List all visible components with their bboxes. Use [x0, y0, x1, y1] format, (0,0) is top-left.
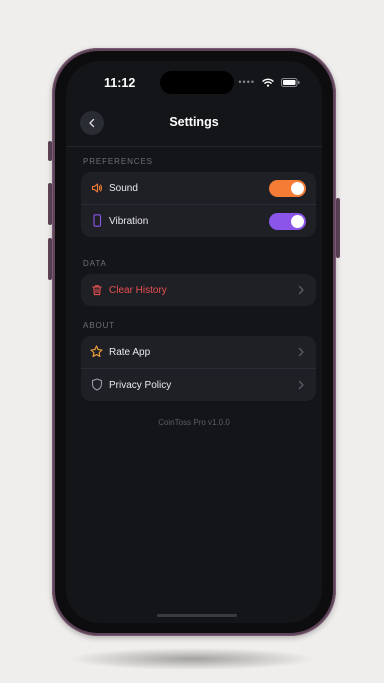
settings-row-clear-history[interactable]: Clear History — [81, 274, 316, 306]
settings-row-rate-app[interactable]: Rate App — [81, 336, 316, 368]
page-title: Settings — [169, 115, 219, 129]
section-label-about: ABOUT — [83, 321, 116, 330]
chevron-right-icon — [298, 285, 304, 295]
wifi-icon — [262, 78, 274, 87]
dynamic-island — [160, 71, 234, 94]
settings-row-sound[interactable]: Sound — [81, 172, 316, 204]
signal-icon: •••• — [238, 77, 255, 87]
home-indicator — [157, 614, 237, 617]
trash-icon — [90, 283, 103, 296]
power-button — [336, 198, 340, 258]
vibration-label: Vibration — [109, 215, 149, 227]
rate-app-label: Rate App — [109, 346, 151, 358]
section-label-data: DATA — [83, 259, 107, 268]
section-label-preferences: PREFERENCES — [83, 157, 153, 166]
phone-frame: 11:12 •••• Settings PREFERENCES Sound Vi… — [52, 48, 336, 636]
about-group: Rate App Privacy Policy — [81, 336, 316, 401]
preferences-group: Sound Vibration — [81, 172, 316, 237]
sound-toggle-knob — [291, 182, 304, 195]
sound-label: Sound — [109, 182, 138, 194]
settings-screen: 11:12 •••• Settings PREFERENCES Sound Vi… — [66, 61, 322, 623]
phone-bezel: 11:12 •••• Settings PREFERENCES Sound Vi… — [55, 51, 333, 633]
clear-history-label: Clear History — [109, 284, 167, 296]
battery-icon — [281, 77, 300, 87]
privacy-policy-label: Privacy Policy — [109, 379, 172, 391]
chevron-right-icon — [298, 347, 304, 357]
nav-bar: Settings — [66, 108, 322, 147]
phone-floor-shadow — [70, 648, 314, 670]
status-icons: •••• — [238, 77, 300, 87]
status-bar: 11:12 •••• — [66, 61, 322, 105]
vibration-toggle[interactable] — [269, 213, 306, 230]
data-group: Clear History — [81, 274, 316, 306]
star-icon — [90, 345, 103, 358]
sound-toggle[interactable] — [269, 180, 306, 197]
status-time: 11:12 — [104, 76, 136, 90]
settings-row-vibration[interactable]: Vibration — [81, 204, 316, 237]
shield-icon — [90, 378, 103, 391]
chevron-right-icon — [298, 380, 304, 390]
vibration-toggle-knob — [291, 215, 304, 228]
speaker-icon — [90, 181, 103, 194]
phone-icon — [90, 214, 103, 227]
app-version-text: CoinToss Pro v1.0.0 — [158, 418, 230, 427]
settings-row-privacy-policy[interactable]: Privacy Policy — [81, 368, 316, 401]
